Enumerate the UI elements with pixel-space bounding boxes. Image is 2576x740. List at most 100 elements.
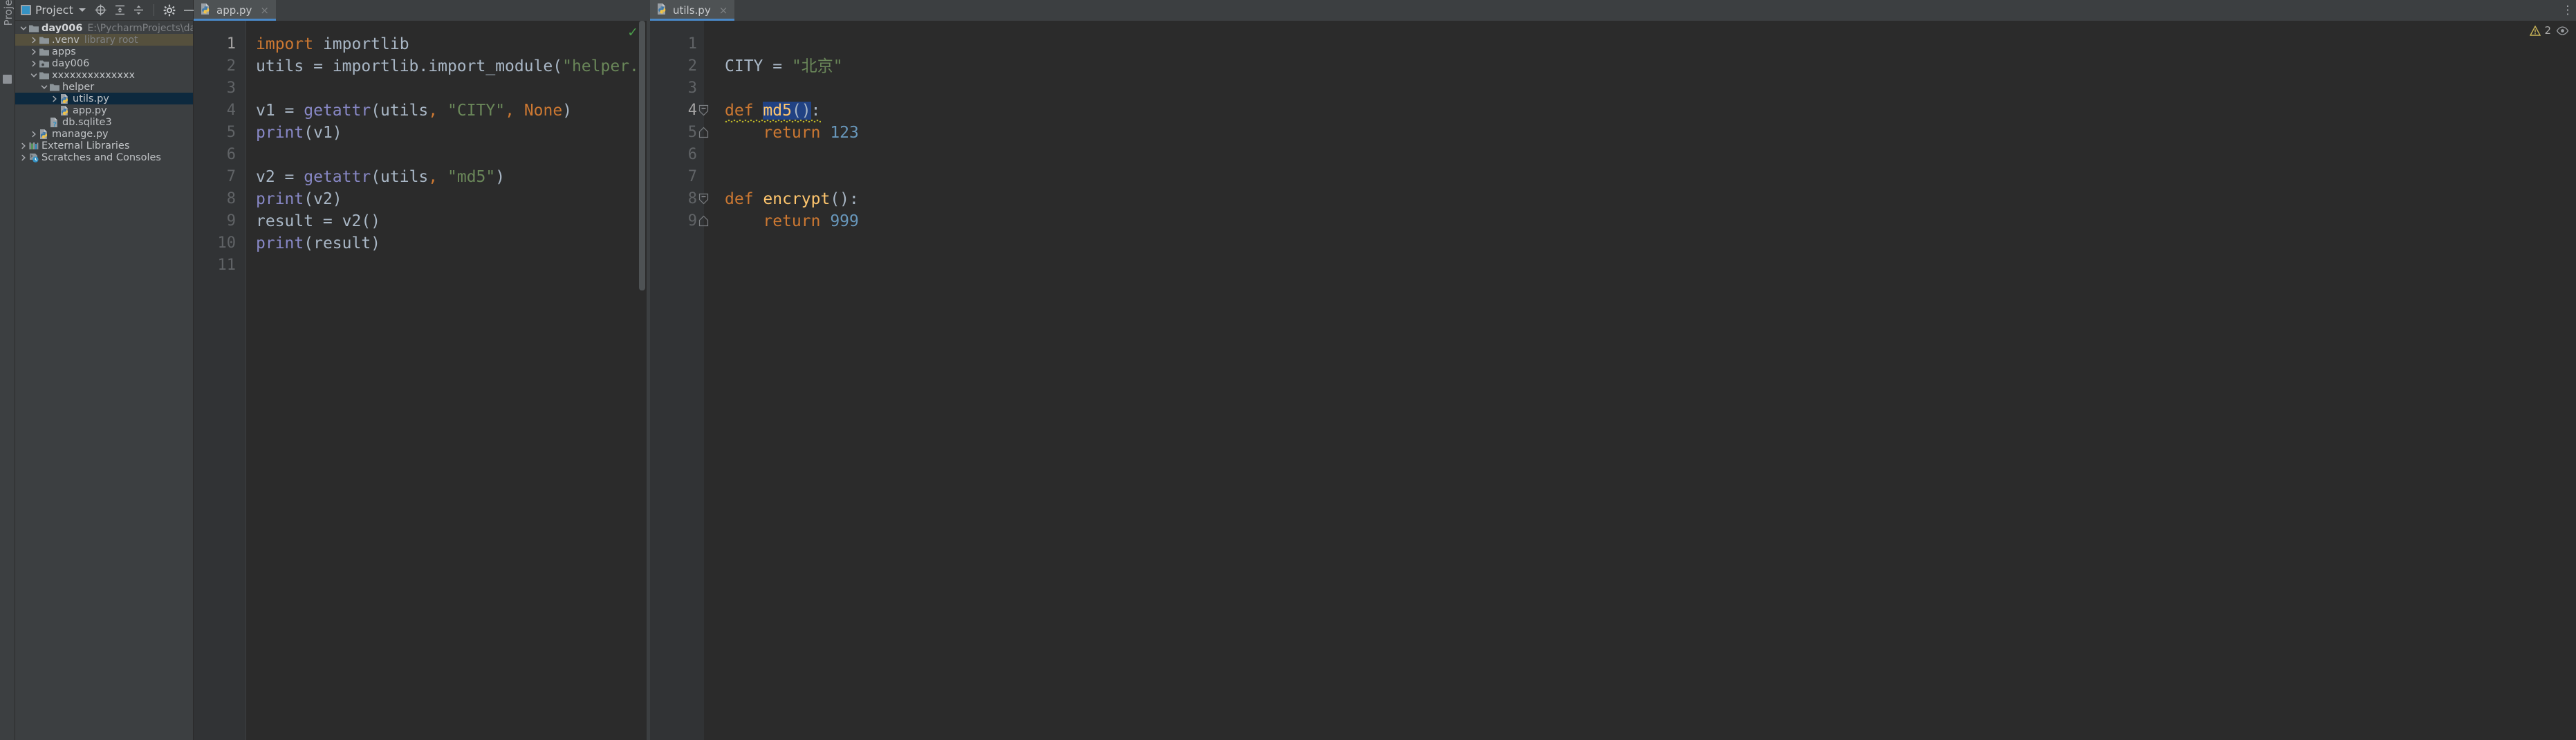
line-number[interactable]: 7 bbox=[650, 166, 697, 188]
code-line[interactable]: def encrypt(): bbox=[725, 188, 2576, 210]
code-line[interactable]: result = v2() bbox=[256, 210, 638, 232]
inspection-ok-icon[interactable]: ✓ bbox=[627, 25, 638, 40]
code-line[interactable]: utils = importlib.import_module("helper.… bbox=[256, 55, 638, 77]
line-number[interactable]: 5 bbox=[650, 122, 709, 144]
tree-item-utils-py[interactable]: utils.py bbox=[15, 93, 193, 104]
code-line[interactable] bbox=[256, 77, 638, 100]
tree-item-helper[interactable]: helper bbox=[15, 81, 193, 93]
chevron-right-icon[interactable] bbox=[30, 130, 38, 138]
tree-item-venv[interactable]: .venv library root bbox=[15, 34, 193, 46]
code-line[interactable]: return 999 bbox=[725, 210, 2576, 232]
line-number[interactable]: 4 bbox=[650, 100, 709, 122]
line-number[interactable]: 11 bbox=[194, 255, 237, 277]
line-number[interactable]: 5 bbox=[194, 122, 236, 144]
line-number[interactable]: 2 bbox=[650, 55, 697, 77]
tree-item-label: app.py bbox=[73, 104, 107, 116]
line-number[interactable]: 1 bbox=[650, 33, 697, 55]
settings-gear-icon[interactable] bbox=[163, 4, 176, 17]
code-line[interactable]: print(result) bbox=[256, 232, 638, 255]
code-line[interactable]: print(v1) bbox=[256, 122, 638, 144]
chevron-down-icon[interactable] bbox=[19, 24, 28, 33]
tree-item-label: apps bbox=[52, 46, 76, 57]
code-area-left[interactable]: import importlib utils = importlib.import… bbox=[246, 21, 638, 740]
chevron-down-icon[interactable] bbox=[40, 83, 48, 91]
line-number[interactable]: 4 bbox=[194, 100, 236, 122]
selected-token: () bbox=[791, 102, 811, 120]
chevron-right-icon[interactable] bbox=[19, 142, 28, 150]
line-number[interactable]: 2 bbox=[194, 55, 236, 77]
project-tree[interactable]: day006 E:\PycharmProjects\day006 .venv libr… bbox=[15, 21, 193, 740]
collapse-all-icon[interactable] bbox=[133, 4, 145, 16]
tree-item-day006[interactable]: day006 bbox=[15, 57, 193, 69]
folder-icon bbox=[48, 82, 60, 93]
editor-pane-right: utils.py × ⋮ 123456789 CITY = "北京" def md… bbox=[650, 0, 2576, 740]
locate-icon[interactable] bbox=[94, 3, 107, 17]
code-token: result = v2() bbox=[256, 212, 381, 230]
code-line[interactable]: v2 = getattr(utils, "md5") bbox=[256, 166, 638, 188]
code-line[interactable]: print(v2) bbox=[256, 188, 638, 210]
code-token: print bbox=[256, 124, 304, 142]
tree-item-label: xxxxxxxxxxxxxx bbox=[52, 69, 136, 81]
gutter-left[interactable]: 1 2 3 4 5 6 7 8 9 10 11 bbox=[194, 21, 246, 740]
code-line[interactable] bbox=[725, 144, 2576, 166]
tab-label: app.py bbox=[216, 4, 252, 17]
line-number[interactable]: 10 bbox=[194, 232, 237, 255]
warning-count: 2 bbox=[2544, 24, 2551, 37]
chevron-right-icon[interactable] bbox=[30, 36, 38, 44]
tree-item-app-py[interactable]: app.py bbox=[15, 104, 193, 116]
line-number[interactable]: 1 bbox=[194, 33, 236, 55]
chevron-right-icon[interactable] bbox=[19, 154, 28, 162]
code-line[interactable] bbox=[725, 33, 2576, 55]
line-number[interactable]: 9 bbox=[650, 210, 709, 232]
chevron-down-icon[interactable] bbox=[30, 71, 38, 80]
code-token: encrypt bbox=[763, 190, 831, 208]
tree-item-manage-py[interactable]: manage.py bbox=[15, 128, 193, 140]
code-line[interactable] bbox=[256, 144, 638, 166]
inspection-widget-icon[interactable] bbox=[2556, 25, 2569, 39]
line-number[interactable]: 8 bbox=[650, 188, 709, 210]
left-tool-strip: Project bbox=[0, 0, 15, 740]
tree-item-scratches-and-consoles[interactable]: Scratches and Consoles bbox=[15, 151, 193, 163]
code-line[interactable] bbox=[725, 166, 2576, 188]
bookmarks-strip-chip[interactable] bbox=[3, 75, 12, 84]
tool-window-label-project[interactable]: Project bbox=[2, 0, 15, 27]
chevron-right-icon[interactable] bbox=[30, 48, 38, 56]
tree-item-db-sqlite3[interactable]: ? db.sqlite3 bbox=[15, 116, 193, 128]
chevron-down-icon[interactable] bbox=[78, 8, 86, 12]
line-number[interactable]: 3 bbox=[194, 77, 236, 100]
scrollbar-left[interactable] bbox=[638, 21, 647, 740]
code-line[interactable]: return 123 bbox=[725, 122, 2576, 144]
tab-label: utils.py bbox=[673, 4, 711, 17]
status-badge[interactable]: 2 bbox=[2530, 24, 2551, 37]
tab-app-py[interactable]: app.py × bbox=[194, 0, 276, 21]
line-number[interactable]: 9 bbox=[194, 210, 236, 232]
tabbar-spacer-right bbox=[734, 0, 2559, 21]
tree-item-external-libraries[interactable]: External Libraries bbox=[15, 140, 193, 151]
code-area-right[interactable]: CITY = "北京" def md5(): return 123 def encr… bbox=[704, 21, 2576, 740]
code-line[interactable]: import importlib bbox=[246, 33, 638, 55]
code-line[interactable] bbox=[256, 255, 638, 277]
expand-all-icon[interactable] bbox=[114, 4, 126, 16]
more-options-icon[interactable]: ⋮ bbox=[2559, 0, 2576, 21]
line-number[interactable]: 6 bbox=[650, 144, 697, 166]
tree-item-label: Scratches and Consoles bbox=[41, 151, 161, 163]
code-line[interactable]: CITY = "北京" bbox=[725, 55, 2576, 77]
close-icon[interactable]: × bbox=[260, 5, 269, 16]
chevron-right-icon[interactable] bbox=[30, 59, 38, 68]
tab-utils-py[interactable]: utils.py × bbox=[650, 0, 735, 21]
line-number[interactable]: 8 bbox=[194, 188, 236, 210]
line-number[interactable]: 6 bbox=[194, 144, 236, 166]
scrollbar-thumb[interactable] bbox=[639, 21, 645, 290]
code-line[interactable] bbox=[725, 77, 2576, 100]
line-number[interactable]: 7 bbox=[194, 166, 236, 188]
chevron-right-icon[interactable] bbox=[50, 95, 59, 103]
tree-item-apps[interactable]: apps bbox=[15, 46, 193, 57]
code-line[interactable]: v1 = getattr(utils, "CITY", None) bbox=[256, 100, 638, 122]
tree-item-xxxxxxxxxxxxxx[interactable]: xxxxxxxxxxxxxx bbox=[15, 69, 193, 81]
gutter-right[interactable]: 123456789 bbox=[650, 21, 709, 740]
close-icon[interactable]: × bbox=[719, 5, 728, 16]
line-number[interactable]: 3 bbox=[650, 77, 697, 100]
code-line[interactable]: def md5(): bbox=[704, 100, 2576, 122]
tree-item-day006[interactable]: day006 E:\PycharmProjects\day006 bbox=[15, 22, 193, 34]
